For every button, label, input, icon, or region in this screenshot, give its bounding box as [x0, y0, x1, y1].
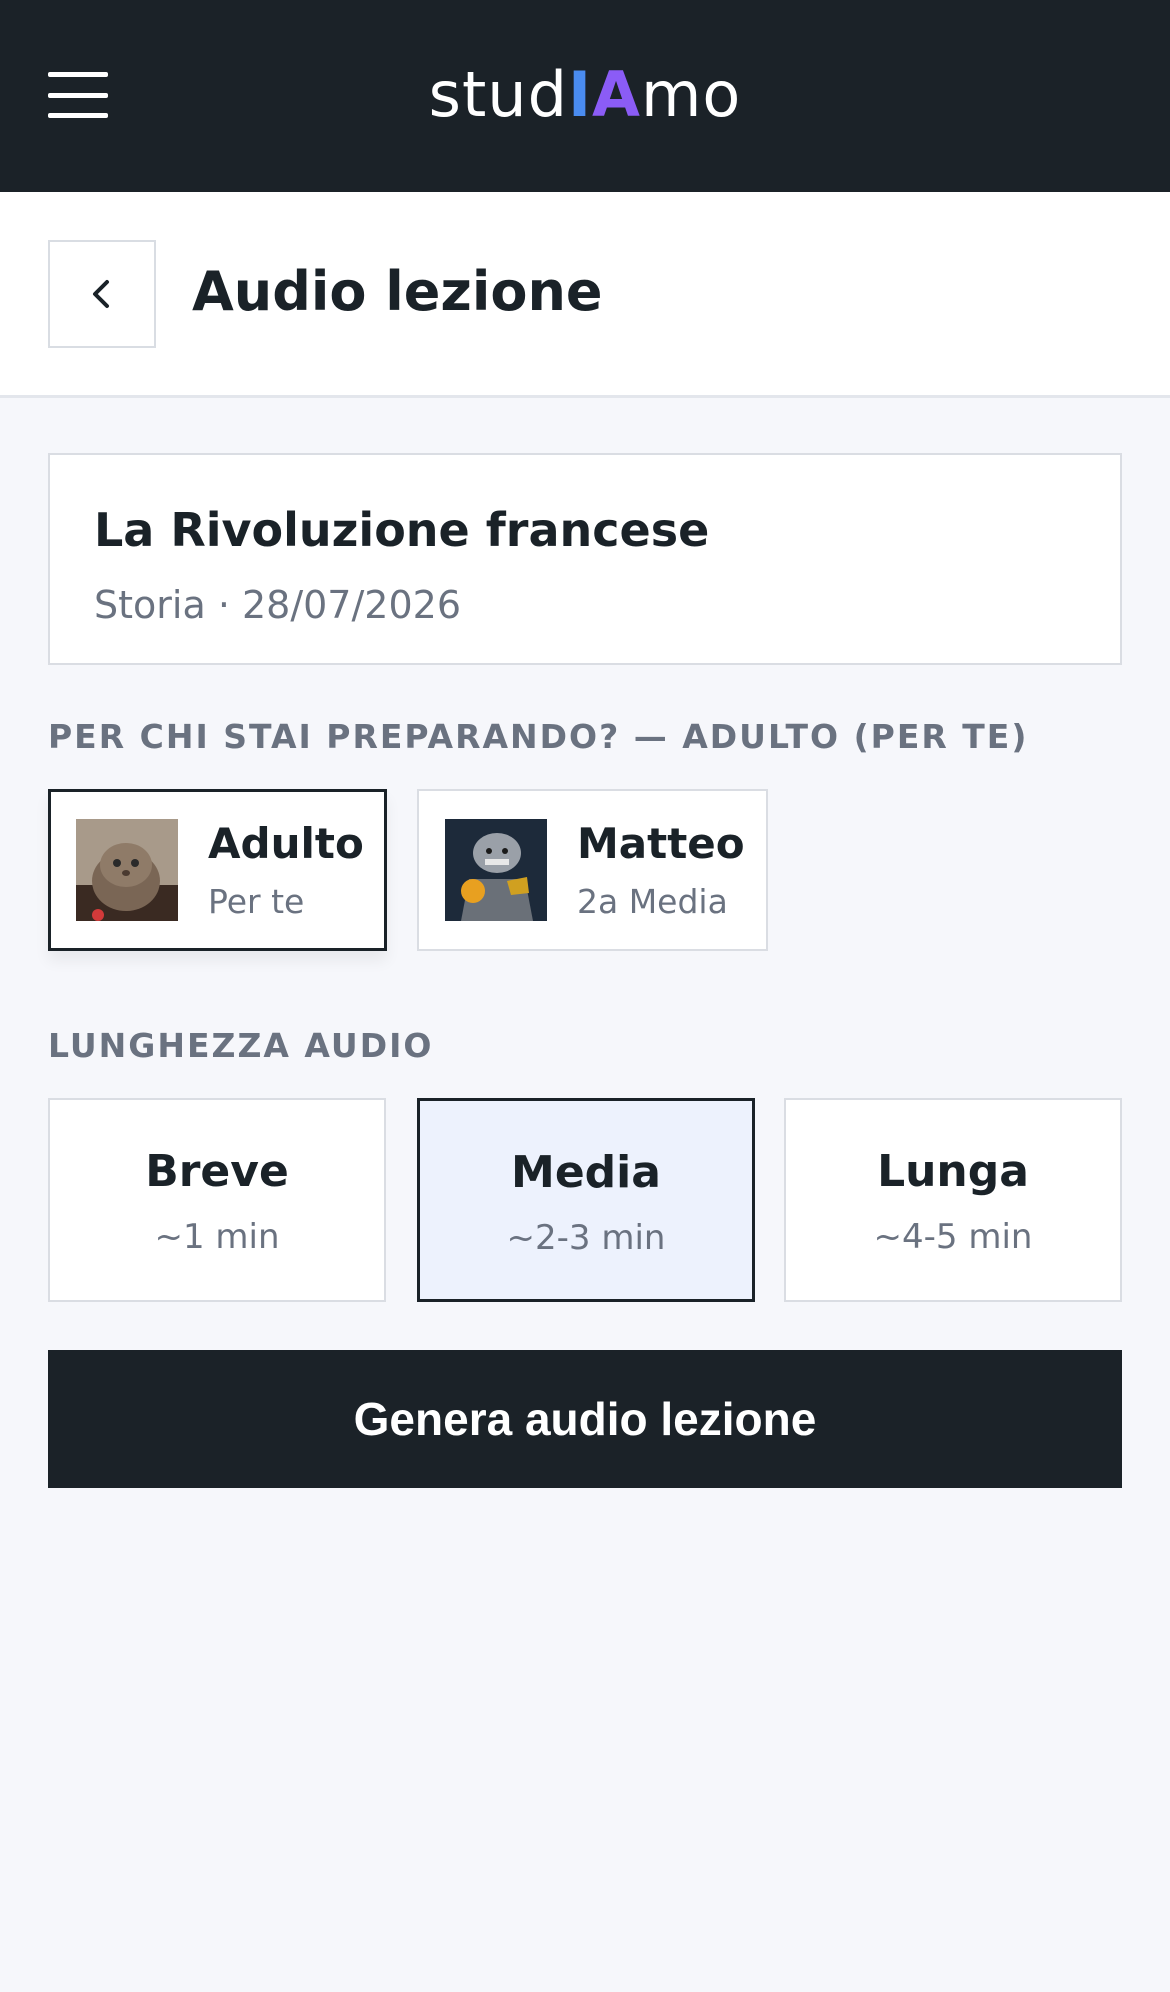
lesson-title: La Rivoluzione francese: [94, 503, 710, 557]
cat-avatar-icon: [76, 819, 178, 921]
top-app-bar: studIAmo: [0, 0, 1170, 192]
length-option-media[interactable]: Media ~2-3 min: [417, 1098, 755, 1302]
length-option-title: Lunga: [877, 1146, 1029, 1197]
profile-subtitle: Per te: [208, 882, 305, 921]
length-option-duration: ~2-3 min: [506, 1218, 666, 1258]
profile-subtitle: 2a Media: [577, 882, 728, 921]
audience-section-label: PER CHI STAI PREPARANDO? — ADULTO (PER T…: [48, 717, 1029, 756]
lesson-card: La Rivoluzione francese Storia · 28/07/2…: [48, 453, 1122, 665]
profile-card-matteo[interactable]: Matteo 2a Media: [417, 789, 768, 951]
app-logo: studIAmo: [428, 58, 742, 131]
page-header: Audio lezione: [0, 192, 1170, 398]
profile-name: Matteo: [577, 819, 745, 868]
length-option-breve[interactable]: Breve ~1 min: [48, 1098, 386, 1302]
back-button[interactable]: [48, 240, 156, 348]
length-option-title: Breve: [145, 1146, 289, 1197]
lesson-meta: Storia · 28/07/2026: [94, 583, 461, 627]
length-section-label: LUNGHEZZA AUDIO: [48, 1026, 434, 1065]
page-title: Audio lezione: [192, 260, 603, 323]
bulldog-avatar-icon: [445, 819, 547, 921]
chevron-left-icon: [93, 280, 109, 308]
length-option-duration: ~4-5 min: [873, 1217, 1033, 1257]
generate-audio-button[interactable]: Genera audio lezione: [48, 1350, 1122, 1488]
length-option-duration: ~1 min: [154, 1217, 280, 1257]
profile-name: Adulto: [208, 819, 364, 868]
length-option-lunga[interactable]: Lunga ~4-5 min: [784, 1098, 1122, 1302]
length-option-title: Media: [511, 1147, 661, 1198]
profile-card-adulto[interactable]: Adulto Per te: [48, 789, 387, 951]
